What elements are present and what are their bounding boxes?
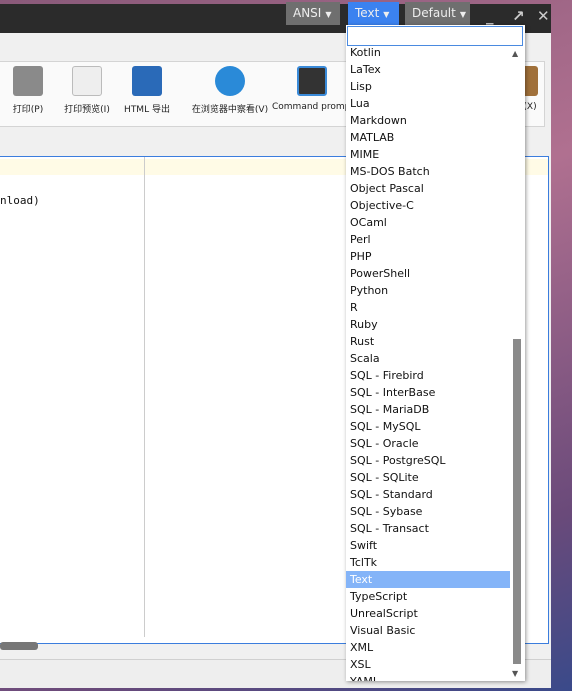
language-option[interactable]: PHP: [346, 248, 510, 265]
exit-label: (X): [523, 102, 537, 112]
language-option[interactable]: SQL - Transact: [346, 520, 510, 537]
language-option[interactable]: SQL - Standard: [346, 486, 510, 503]
print-button[interactable]: 打印(P): [10, 66, 46, 115]
maximize-icon[interactable]: ↗: [512, 7, 525, 25]
language-option[interactable]: Perl: [346, 231, 510, 248]
language-option[interactable]: PowerShell: [346, 265, 510, 282]
language-option[interactable]: UnrealScript: [346, 605, 510, 622]
html-export-button[interactable]: HTML 导出: [122, 66, 172, 115]
scrollbar-thumb[interactable]: [513, 339, 521, 664]
language-option[interactable]: SQL - Oracle: [346, 435, 510, 452]
language-option[interactable]: Object Pascal: [346, 180, 510, 197]
language-dropdown-list: Kotlin LaTex Lisp Lua Markdown MATLAB MIME MS-D…: [346, 25, 525, 681]
minimize-icon[interactable]: _: [486, 7, 494, 25]
html-export-icon: [132, 66, 162, 96]
language-option[interactable]: Rust: [346, 333, 510, 350]
code-text: nload): [0, 194, 40, 207]
theme-dropdown[interactable]: Default ▼: [405, 2, 470, 25]
language-option[interactable]: SQL - Firebird: [346, 367, 510, 384]
printer-icon: [13, 66, 43, 96]
language-option[interactable]: SQL - SQLite: [346, 469, 510, 486]
language-option[interactable]: R: [346, 299, 510, 316]
print-preview-label: 打印预览(I): [64, 105, 110, 115]
language-option[interactable]: MS-DOS Batch: [346, 163, 510, 180]
language-label: Text: [355, 6, 380, 20]
language-option[interactable]: MATLAB: [346, 129, 510, 146]
language-option[interactable]: Text: [346, 571, 510, 588]
language-option[interactable]: SQL - Sybase: [346, 503, 510, 520]
language-option[interactable]: SQL - InterBase: [346, 384, 510, 401]
language-option[interactable]: Swift: [346, 537, 510, 554]
language-option[interactable]: YAML: [346, 673, 510, 681]
browser-globe-icon: [215, 66, 245, 96]
view-in-browser-label: 在浏览器中察看(V): [191, 105, 269, 115]
language-option[interactable]: SQL - MariaDB: [346, 401, 510, 418]
dropdown-scrollbar[interactable]: ▲ ▼: [512, 49, 522, 679]
language-option[interactable]: TclTk: [346, 554, 510, 571]
language-option[interactable]: TypeScript: [346, 588, 510, 605]
command-prompt-label: Command prompt: [272, 102, 354, 112]
language-option[interactable]: Kotlin: [346, 44, 510, 61]
view-in-browser-button[interactable]: 在浏览器中察看(V): [188, 66, 272, 115]
language-list: Kotlin LaTex Lisp Lua Markdown MATLAB MIME MS-D…: [346, 44, 510, 681]
scroll-up-icon[interactable]: ▲: [512, 49, 518, 58]
horizontal-scrollbar[interactable]: [0, 642, 38, 650]
language-option[interactable]: Markdown: [346, 112, 510, 129]
print-label: 打印(P): [12, 105, 44, 115]
language-option[interactable]: MIME: [346, 146, 510, 163]
scroll-down-icon[interactable]: ▼: [512, 669, 518, 678]
print-preview-button[interactable]: 打印预览(I): [62, 66, 112, 115]
print-preview-icon: [72, 66, 102, 96]
language-option[interactable]: Ruby: [346, 316, 510, 333]
language-option[interactable]: OCaml: [346, 214, 510, 231]
language-option[interactable]: LaTex: [346, 61, 510, 78]
language-option[interactable]: Visual Basic: [346, 622, 510, 639]
language-option[interactable]: Scala: [346, 350, 510, 367]
caret-down-icon: ▼: [325, 10, 332, 19]
language-dropdown[interactable]: Text ▼: [348, 2, 399, 25]
language-option[interactable]: SQL - MySQL: [346, 418, 510, 435]
html-export-label: HTML 导出: [124, 105, 170, 115]
language-option[interactable]: Lisp: [346, 78, 510, 95]
language-option[interactable]: XML: [346, 639, 510, 656]
encoding-dropdown[interactable]: ANSI ▼: [286, 2, 340, 25]
split-divider[interactable]: [144, 157, 145, 637]
close-icon[interactable]: ✕: [537, 7, 550, 25]
theme-label: Default: [412, 6, 456, 20]
caret-down-icon: ▼: [459, 10, 467, 19]
encoding-label: ANSI: [293, 6, 322, 20]
command-prompt-button[interactable]: Command prompt: [272, 66, 354, 112]
terminal-icon: [297, 66, 327, 96]
language-option[interactable]: SQL - PostgreSQL: [346, 452, 510, 469]
language-option[interactable]: XSL: [346, 656, 510, 673]
language-option[interactable]: Objective-C: [346, 197, 510, 214]
language-option[interactable]: Python: [346, 282, 510, 299]
language-search-input[interactable]: [347, 26, 523, 46]
language-option[interactable]: Lua: [346, 95, 510, 112]
caret-down-icon: ▼: [383, 10, 390, 19]
